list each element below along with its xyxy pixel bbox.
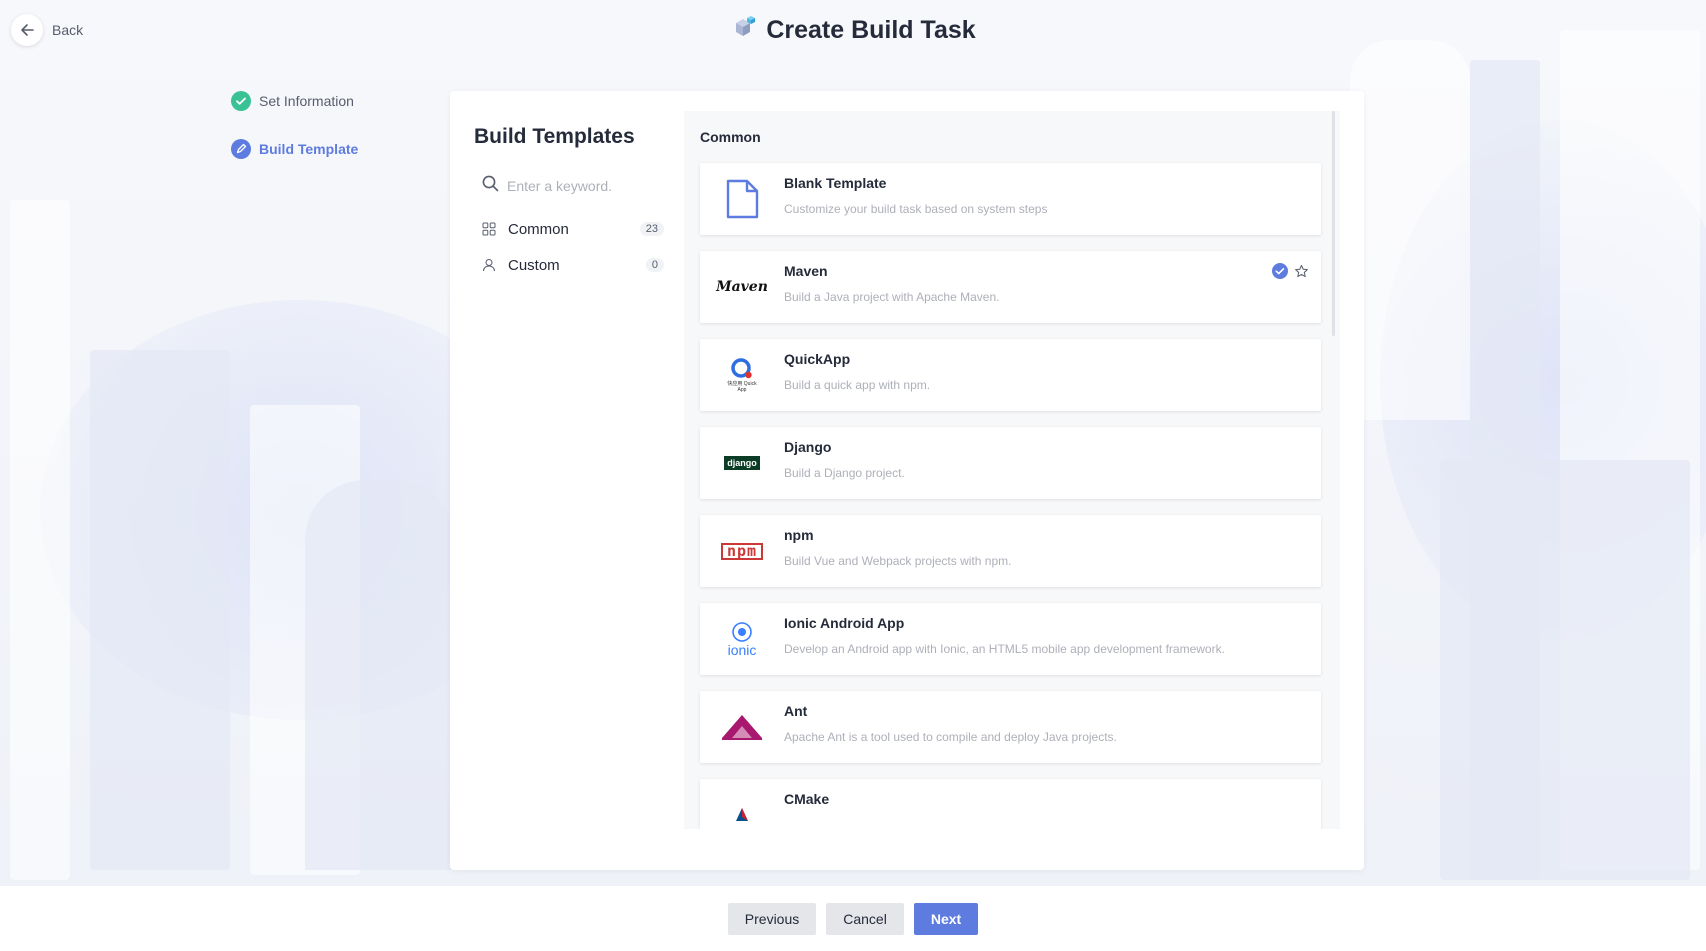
template-blank[interactable]: Blank Template Customize your build task… (700, 163, 1321, 235)
template-django[interactable]: django Django Build a Django project. (700, 427, 1321, 499)
search-box (474, 171, 664, 201)
footer-bar: Previous Cancel Next (0, 886, 1706, 951)
template-name: Blank Template (784, 175, 887, 191)
check-circle-icon (1272, 263, 1288, 284)
scrollbar[interactable] (1332, 111, 1335, 336)
ant-logo (714, 705, 770, 749)
category-common[interactable]: Common 23 (474, 211, 664, 247)
step-list: Set Information Build Template (231, 90, 358, 186)
django-logo: django (714, 441, 770, 485)
template-list-pane: Common Blank Template Customize your bui… (684, 111, 1340, 829)
step-label: Set Information (259, 93, 354, 109)
template-name: QuickApp (784, 351, 851, 367)
search-icon[interactable] (482, 175, 499, 197)
template-npm[interactable]: npm npm Build Vue and Webpack projects w… (700, 515, 1321, 587)
quickapp-logo: 快应用 Quick App (714, 353, 770, 397)
template-cmake[interactable]: CMake (700, 779, 1321, 829)
page-header: Create Build Task (0, 14, 1706, 47)
template-name: CMake (784, 791, 830, 807)
category-label: Custom (508, 256, 560, 274)
template-ionic-android-app[interactable]: ionic Ionic Android App Develop an Andro… (700, 603, 1321, 675)
template-name: Ionic Android App (784, 615, 905, 631)
search-input[interactable] (507, 178, 657, 194)
section-title: Common (700, 129, 761, 145)
step-build-template[interactable]: Build Template (231, 138, 358, 160)
cube-icon (730, 14, 758, 47)
template-desc: Customize your build task based on syste… (784, 202, 1048, 216)
category-count: 0 (645, 258, 664, 272)
template-desc: Build Vue and Webpack projects with npm. (784, 554, 1012, 568)
template-name: npm (784, 527, 814, 543)
template-sidebar: Build Templates Common 23 Custom 0 (474, 125, 664, 283)
previous-button[interactable]: Previous (727, 902, 817, 935)
sidebar-title: Build Templates (474, 125, 635, 148)
template-desc: Develop an Android app with Ionic, an HT… (784, 642, 1225, 656)
template-desc: Build a Django project. (784, 466, 905, 480)
template-name: Django (784, 439, 832, 455)
page-title: Create Build Task (766, 16, 976, 44)
cancel-button[interactable]: Cancel (826, 902, 904, 935)
check-circle-icon (231, 91, 251, 111)
ionic-logo: ionic (714, 617, 770, 661)
step-label: Build Template (259, 141, 359, 157)
template-maven[interactable]: Maven Maven Build a Java project with Ap… (700, 251, 1321, 323)
template-desc: Build a quick app with npm. (784, 378, 931, 392)
template-quickapp[interactable]: 快应用 Quick App QuickApp Build a quick app… (700, 339, 1321, 411)
maven-logo: Maven (716, 279, 768, 295)
template-card: Build Templates Common 23 Custom 0 Commo… (450, 91, 1364, 870)
step-set-information[interactable]: Set Information (231, 90, 358, 112)
template-list: Blank Template Customize your build task… (700, 163, 1321, 829)
template-desc: Build a Java project with Apache Maven. (784, 290, 1000, 304)
template-desc: Apache Ant is a tool used to compile and… (784, 730, 1117, 744)
grid-icon (482, 222, 498, 236)
category-count: 23 (639, 222, 664, 236)
blank-file-icon (714, 177, 770, 221)
template-ant[interactable]: Ant Apache Ant is a tool used to compile… (700, 691, 1321, 763)
npm-logo: npm (714, 529, 770, 573)
star-icon[interactable] (1294, 264, 1309, 284)
pencil-icon (231, 139, 251, 159)
user-icon (482, 258, 498, 272)
template-name: Ant (784, 703, 808, 719)
template-name: Maven (784, 263, 828, 279)
category-label: Common (508, 220, 569, 238)
next-button[interactable]: Next (913, 902, 979, 935)
cmake-logo (714, 793, 770, 829)
category-custom[interactable]: Custom 0 (474, 247, 664, 283)
